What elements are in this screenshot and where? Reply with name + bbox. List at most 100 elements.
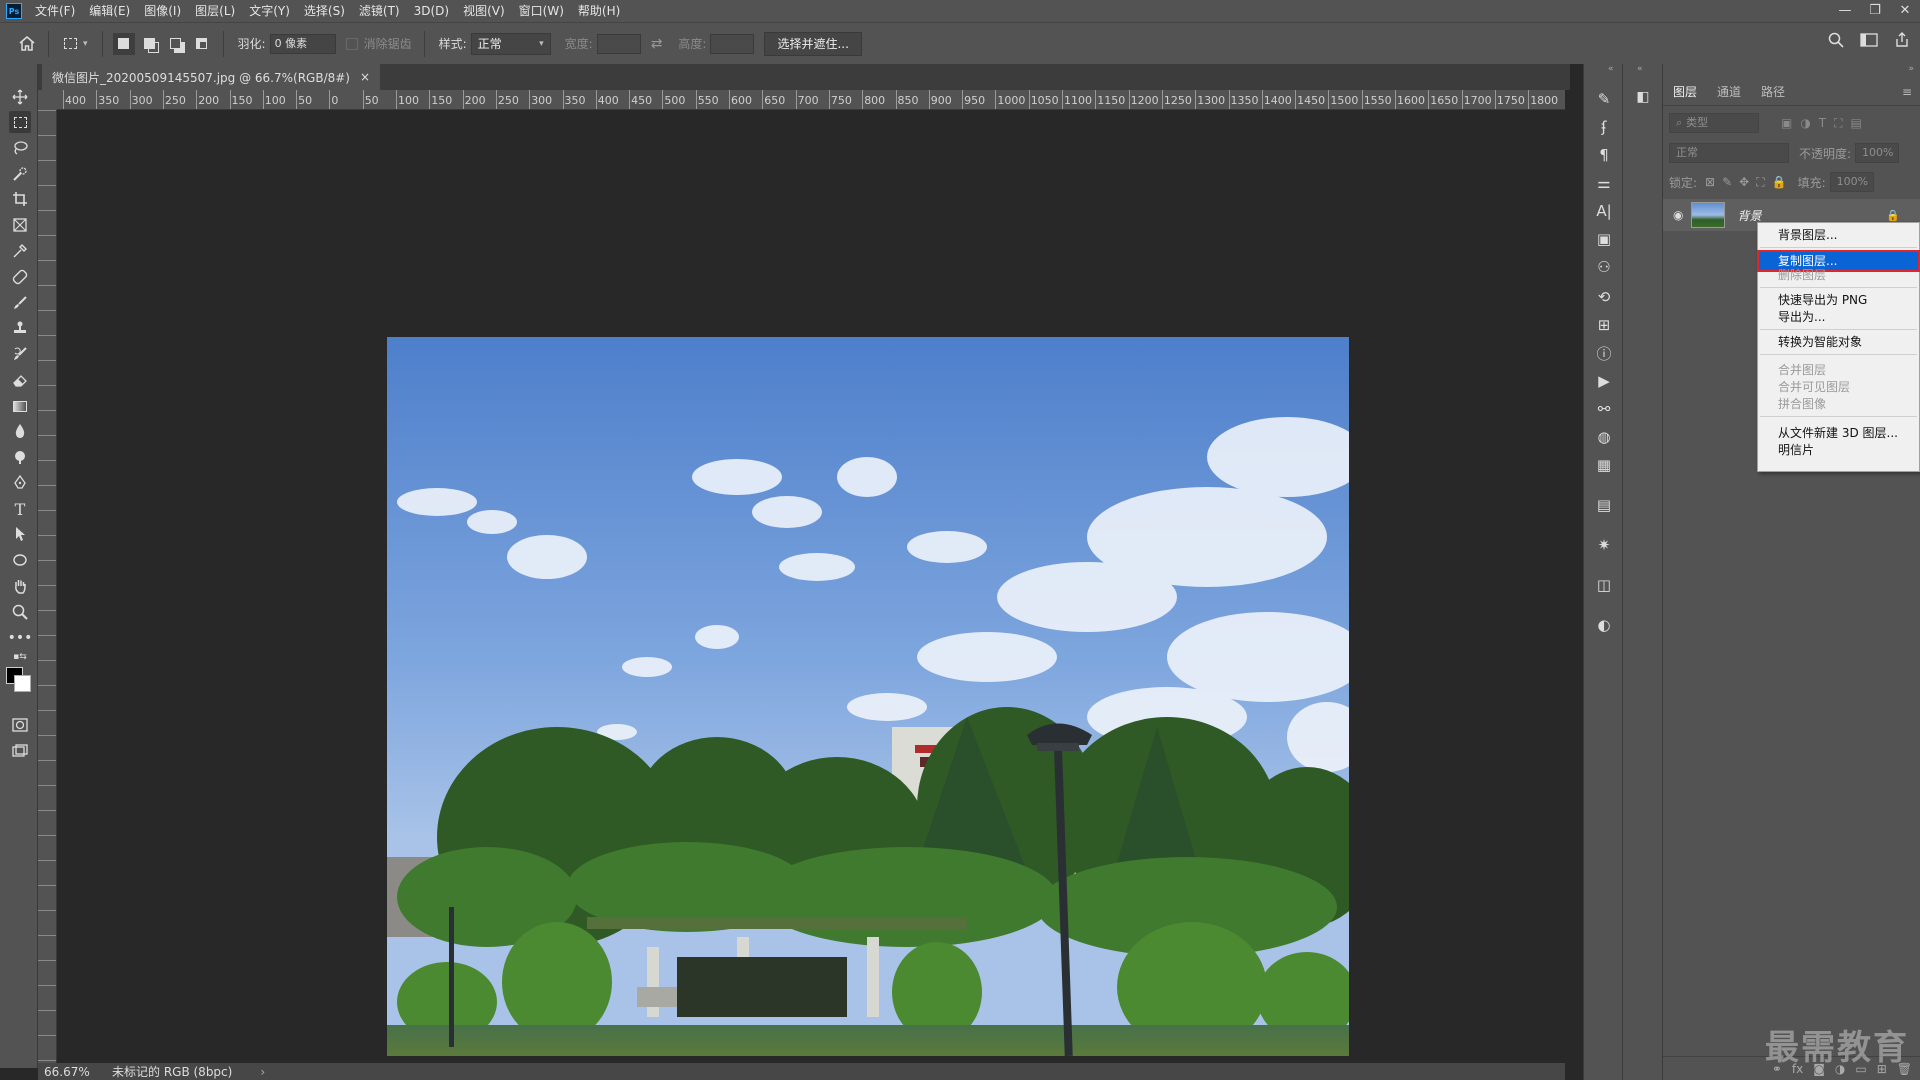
antialias-checkbox[interactable] (345, 37, 358, 50)
subtract-selection-icon[interactable] (165, 33, 187, 55)
brushes-panel-icon[interactable]: ✎ (1593, 88, 1615, 110)
paragraph-icon[interactable]: ¶ (1593, 144, 1615, 166)
lasso-tool-icon[interactable] (9, 137, 31, 159)
menu-filter[interactable]: 滤镜(T) (352, 0, 407, 22)
document-image[interactable] (387, 337, 1349, 1056)
opacity-input[interactable]: 100% (1855, 143, 1900, 163)
info-icon[interactable]: ⓘ (1593, 342, 1615, 364)
healing-brush-tool-icon[interactable] (9, 266, 31, 288)
color-panel-icon[interactable]: ◐ (1593, 614, 1615, 636)
menu-item-quick-export-png[interactable]: 快速导出为 PNG (1758, 292, 1919, 309)
horizontal-ruler[interactable]: 400 350 300 250 200 150 100 50 0 50 100 150 200 250 30… (57, 90, 1565, 110)
blend-mode-select[interactable]: 正常 (1669, 143, 1789, 163)
close-icon[interactable]: × (360, 70, 370, 84)
libraries-icon[interactable]: ◫ (1593, 574, 1615, 596)
visibility-eye-icon[interactable]: ◉ (1673, 208, 1683, 222)
tab-channels[interactable]: 通道 (1707, 83, 1751, 100)
menu-window[interactable]: 窗口(W) (512, 0, 571, 22)
panel-toggle-icon[interactable]: ◧ (1632, 86, 1654, 108)
3d-panel-icon[interactable]: ◍ (1593, 426, 1615, 448)
glyphs-icon[interactable]: ▣ (1593, 228, 1615, 250)
menu-item-export-as[interactable]: 导出为... (1758, 309, 1919, 326)
dodge-tool-icon[interactable] (9, 446, 31, 468)
menu-help[interactable]: 帮助(H) (571, 0, 627, 22)
add-selection-icon[interactable] (139, 33, 161, 55)
menu-layer[interactable]: 图层(L) (188, 0, 242, 22)
collapse-icon[interactable]: « (1608, 64, 1614, 74)
search-icon[interactable] (1828, 32, 1844, 51)
menu-view[interactable]: 视图(V) (456, 0, 512, 22)
share-icon[interactable] (1894, 32, 1910, 51)
clone-stamp-tool-icon[interactable] (9, 317, 31, 339)
menu-item-background-layer[interactable]: 背景图层... (1758, 227, 1919, 244)
menu-3d[interactable]: 3D(D) (407, 0, 456, 22)
feather-input[interactable]: 0 像素 (269, 33, 336, 54)
menu-item-merge-layers[interactable]: 合并图层 (1758, 362, 1919, 379)
history-icon[interactable]: ⟲ (1593, 286, 1615, 308)
adjustments-icon[interactable]: ⚌ (1593, 172, 1615, 194)
menu-item-new-3d-layer[interactable]: 从文件新建 3D 图层... (1758, 425, 1919, 442)
height-input[interactable] (710, 33, 755, 54)
actions-play-icon[interactable]: ▶ (1593, 370, 1615, 392)
minimize-button[interactable]: — (1830, 0, 1860, 22)
tab-layers[interactable]: 图层 (1663, 83, 1707, 100)
path-selection-tool-icon[interactable] (9, 523, 31, 545)
marquee-preset-icon[interactable] (59, 33, 81, 55)
eyedropper-tool-icon[interactable] (9, 240, 31, 262)
quick-mask-icon[interactable] (9, 714, 31, 736)
move-tool-icon[interactable] (9, 86, 31, 108)
chevron-down-icon[interactable]: ▾ (83, 39, 88, 49)
menu-select[interactable]: 选择(S) (297, 0, 352, 22)
rectangular-marquee-tool-icon[interactable] (9, 111, 31, 133)
menu-item-postcard[interactable]: 明信片 (1758, 442, 1919, 459)
brush-tool-icon[interactable] (9, 292, 31, 314)
menu-file[interactable]: 文件(F) (28, 0, 82, 22)
hand-tool-icon[interactable] (9, 575, 31, 597)
ruler-corner[interactable] (38, 90, 57, 110)
style-select[interactable]: 正常 ▾ (470, 32, 551, 55)
crop-tool-icon[interactable] (9, 188, 31, 210)
frame-tool-icon[interactable] (9, 214, 31, 236)
home-icon[interactable] (16, 33, 38, 55)
filter-type-icons[interactable]: ▣◑T⛶▤ (1781, 116, 1870, 131)
screen-mode-icon[interactable] (9, 740, 31, 762)
swap-icon[interactable]: ⇄ (651, 36, 663, 52)
character-icon[interactable]: A| (1593, 200, 1615, 222)
background-color-swatch[interactable] (14, 675, 31, 692)
vertical-ruler[interactable] (38, 110, 57, 1064)
quick-selection-tool-icon[interactable] (9, 163, 31, 185)
eraser-tool-icon[interactable] (9, 369, 31, 391)
menu-edit[interactable]: 编辑(E) (82, 0, 137, 22)
fill-input[interactable]: 100% (1829, 172, 1874, 192)
canvas-area[interactable] (57, 110, 1565, 1064)
collapse-icon[interactable]: « (1637, 64, 1643, 74)
menu-item-flatten-image[interactable]: 拼合图像 (1758, 396, 1919, 413)
more-tools-icon[interactable]: ••• (8, 627, 33, 649)
status-arrow-icon[interactable]: › (260, 1065, 265, 1079)
history-brush-tool-icon[interactable] (9, 343, 31, 365)
blur-tool-icon[interactable] (9, 420, 31, 442)
close-button[interactable]: ✕ (1890, 0, 1920, 22)
zoom-level[interactable]: 66.67% (44, 1065, 100, 1079)
clone-source-icon[interactable]: ⚇ (1593, 256, 1615, 278)
gradient-tool-icon[interactable] (9, 395, 31, 417)
tab-paths[interactable]: 路径 (1751, 83, 1795, 100)
width-input[interactable] (596, 33, 641, 54)
type-tool-icon[interactable]: T (9, 498, 31, 520)
document-tab[interactable]: 微信图片_20200509145507.jpg @ 66.7%(RGB/8#) … (42, 64, 381, 90)
layer-filter-select[interactable]: ⌕ 类型 (1669, 113, 1759, 133)
paths-icon[interactable]: ⚯ (1593, 398, 1615, 420)
properties-icon[interactable]: ⊞ (1593, 314, 1615, 336)
menu-item-convert-smart-object[interactable]: 转换为智能对象 (1758, 334, 1919, 351)
new-selection-icon[interactable] (112, 32, 135, 55)
intersect-selection-icon[interactable] (191, 33, 213, 55)
panel-menu-icon[interactable]: ≡ (1902, 85, 1912, 99)
ellipse-tool-icon[interactable] (9, 549, 31, 571)
menu-item-merge-visible[interactable]: 合并可见图层 (1758, 379, 1919, 396)
workspace-icon[interactable] (1860, 33, 1878, 50)
menu-item-delete-layer[interactable]: 删除图层 (1758, 267, 1919, 284)
zoom-tool-icon[interactable] (9, 601, 31, 623)
swatches-grid-icon[interactable]: ▦ (1593, 454, 1615, 476)
brush-settings-icon[interactable]: ʄ (1593, 116, 1615, 138)
menu-type[interactable]: 文字(Y) (242, 0, 297, 22)
